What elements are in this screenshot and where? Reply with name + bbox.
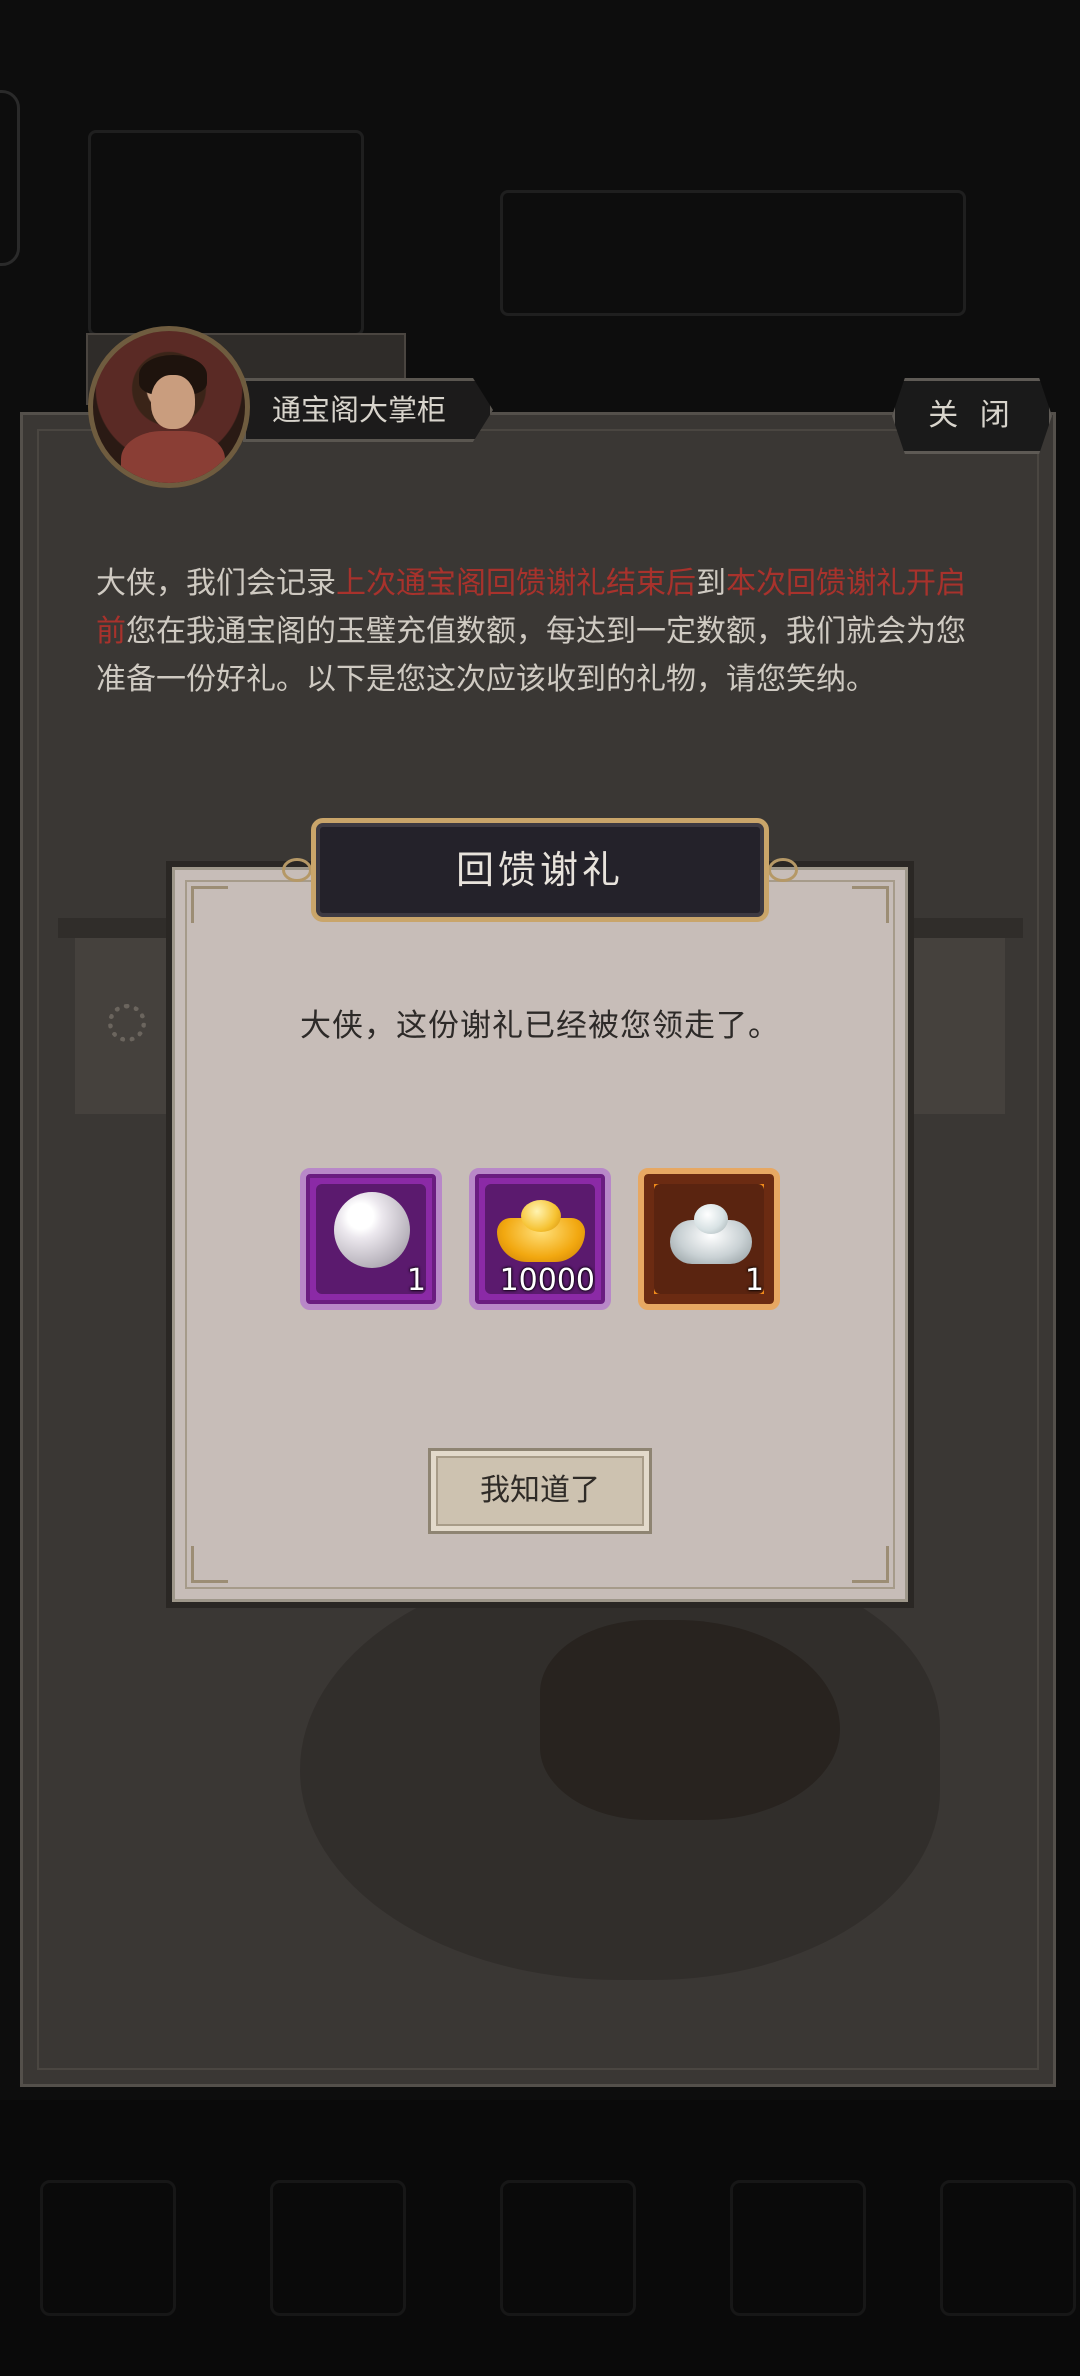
bottom-menu-item bbox=[270, 2180, 406, 2316]
dialog-title: 回馈谢礼 bbox=[455, 848, 624, 892]
silver-ingot-top bbox=[694, 1204, 728, 1234]
screen: 通宝阁大掌柜 关 闭 大侠，我们会记录上次通宝阁回馈谢礼结束后到本次回馈谢礼开启… bbox=[0, 0, 1080, 2376]
background-side-decoration bbox=[0, 90, 20, 266]
bottom-menu-item bbox=[730, 2180, 866, 2316]
gold-ingot-top bbox=[521, 1200, 561, 1232]
title-ornament bbox=[768, 858, 798, 882]
reward-count: 10000 bbox=[499, 1263, 595, 1298]
title-ornament bbox=[282, 858, 312, 882]
intro-text-part: 大侠，我们会记录 bbox=[96, 566, 336, 601]
pearl-icon bbox=[334, 1192, 410, 1268]
intro-text-part: 到 bbox=[696, 566, 726, 601]
npc-avatar bbox=[88, 326, 250, 488]
intro-text: 大侠，我们会记录上次通宝阁回馈谢礼结束后到本次回馈谢礼开启前您在我通宝阁的玉璧充… bbox=[96, 560, 986, 704]
bottom-menu-item bbox=[500, 2180, 636, 2316]
gold-ingot-icon bbox=[497, 1200, 585, 1262]
dialog-message: 大侠，这份谢礼已经被您领走了。 bbox=[300, 1008, 780, 1044]
bottom-menu-item bbox=[940, 2180, 1076, 2316]
avatar-robe bbox=[121, 431, 225, 483]
intro-text-part: 您在我通宝阁的玉璧充值数额，每达到一定数额，我们就会为您准备一份好礼。以下是您这… bbox=[96, 614, 966, 697]
bottom-menu-item bbox=[40, 2180, 176, 2316]
intro-highlight: 上次通宝阁回馈谢礼结束后 bbox=[336, 566, 696, 601]
reward-item-pearl[interactable]: 1 bbox=[300, 1168, 442, 1310]
npc-name: 通宝阁大掌柜 bbox=[272, 393, 447, 427]
silver-ingot-icon bbox=[670, 1204, 752, 1264]
corner-ornament bbox=[852, 1546, 889, 1583]
reward-item-gold-ingot[interactable]: 10000 bbox=[469, 1168, 611, 1310]
flower-icon bbox=[108, 1004, 146, 1042]
reward-count: 1 bbox=[744, 1263, 764, 1298]
corner-ornament bbox=[191, 1546, 228, 1583]
avatar-face bbox=[151, 375, 195, 429]
corner-ornament bbox=[191, 886, 228, 923]
reward-item-silver-ingot[interactable]: 1 bbox=[638, 1168, 780, 1310]
confirm-button[interactable]: 我知道了 bbox=[428, 1448, 652, 1534]
background-frame bbox=[500, 190, 966, 316]
reward-count: 1 bbox=[406, 1263, 426, 1298]
corner-ornament bbox=[852, 886, 889, 923]
close-button[interactable]: 关 闭 bbox=[892, 378, 1052, 454]
background-frame bbox=[88, 130, 364, 336]
